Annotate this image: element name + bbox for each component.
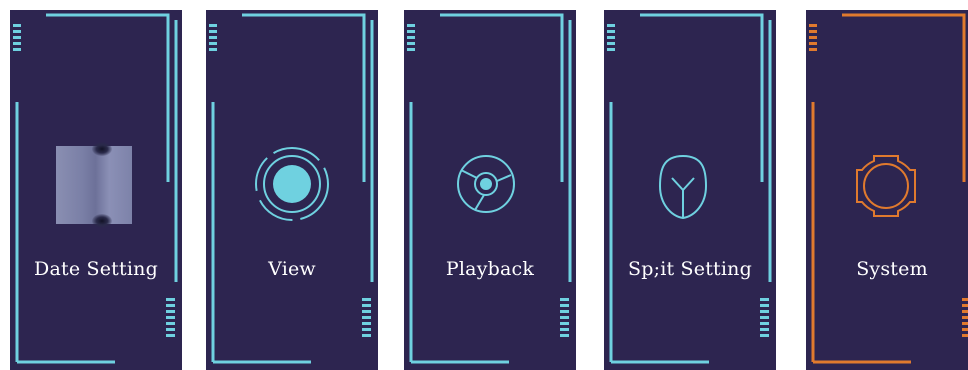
menu-card-label: Playback	[445, 258, 535, 280]
split-shield-icon	[658, 154, 708, 220]
aperture-icon	[457, 155, 515, 213]
frame-tick-bottom	[166, 316, 175, 319]
frame-tick-bottom	[166, 310, 175, 313]
frame-tick-top	[13, 36, 21, 39]
frame-tick-bottom	[166, 322, 175, 325]
frame-tick-bottom	[166, 328, 175, 331]
frame-tick-top	[13, 24, 21, 27]
menu-card-split-setting[interactable]: Sp;it Setting	[604, 10, 776, 370]
frame-tick-top	[13, 48, 21, 51]
menu-card-view[interactable]: View	[206, 10, 378, 370]
menu-card-label: System	[856, 258, 928, 280]
menu-card-label: Date Setting	[34, 258, 158, 280]
date-setting-thumbnail	[56, 142, 132, 228]
menu-card-date-setting[interactable]: Date Setting	[10, 10, 182, 370]
menu-card-system[interactable]: System	[806, 10, 968, 370]
frame-tick-top	[13, 42, 21, 45]
gear-icon	[856, 155, 916, 217]
menu-card-label: View	[268, 258, 316, 280]
target-circle-icon	[255, 147, 329, 221]
frame-tick-bottom	[166, 304, 175, 307]
menu-card-playback[interactable]: Playback	[404, 10, 576, 370]
frame-tick-bottom	[166, 334, 175, 337]
frame-tick-top	[13, 30, 21, 33]
menu-screen: Date Setting View Playback Sp;it Setting…	[0, 0, 968, 370]
frame-tick-bottom	[166, 298, 175, 301]
menu-card-label: Sp;it Setting	[628, 258, 752, 280]
